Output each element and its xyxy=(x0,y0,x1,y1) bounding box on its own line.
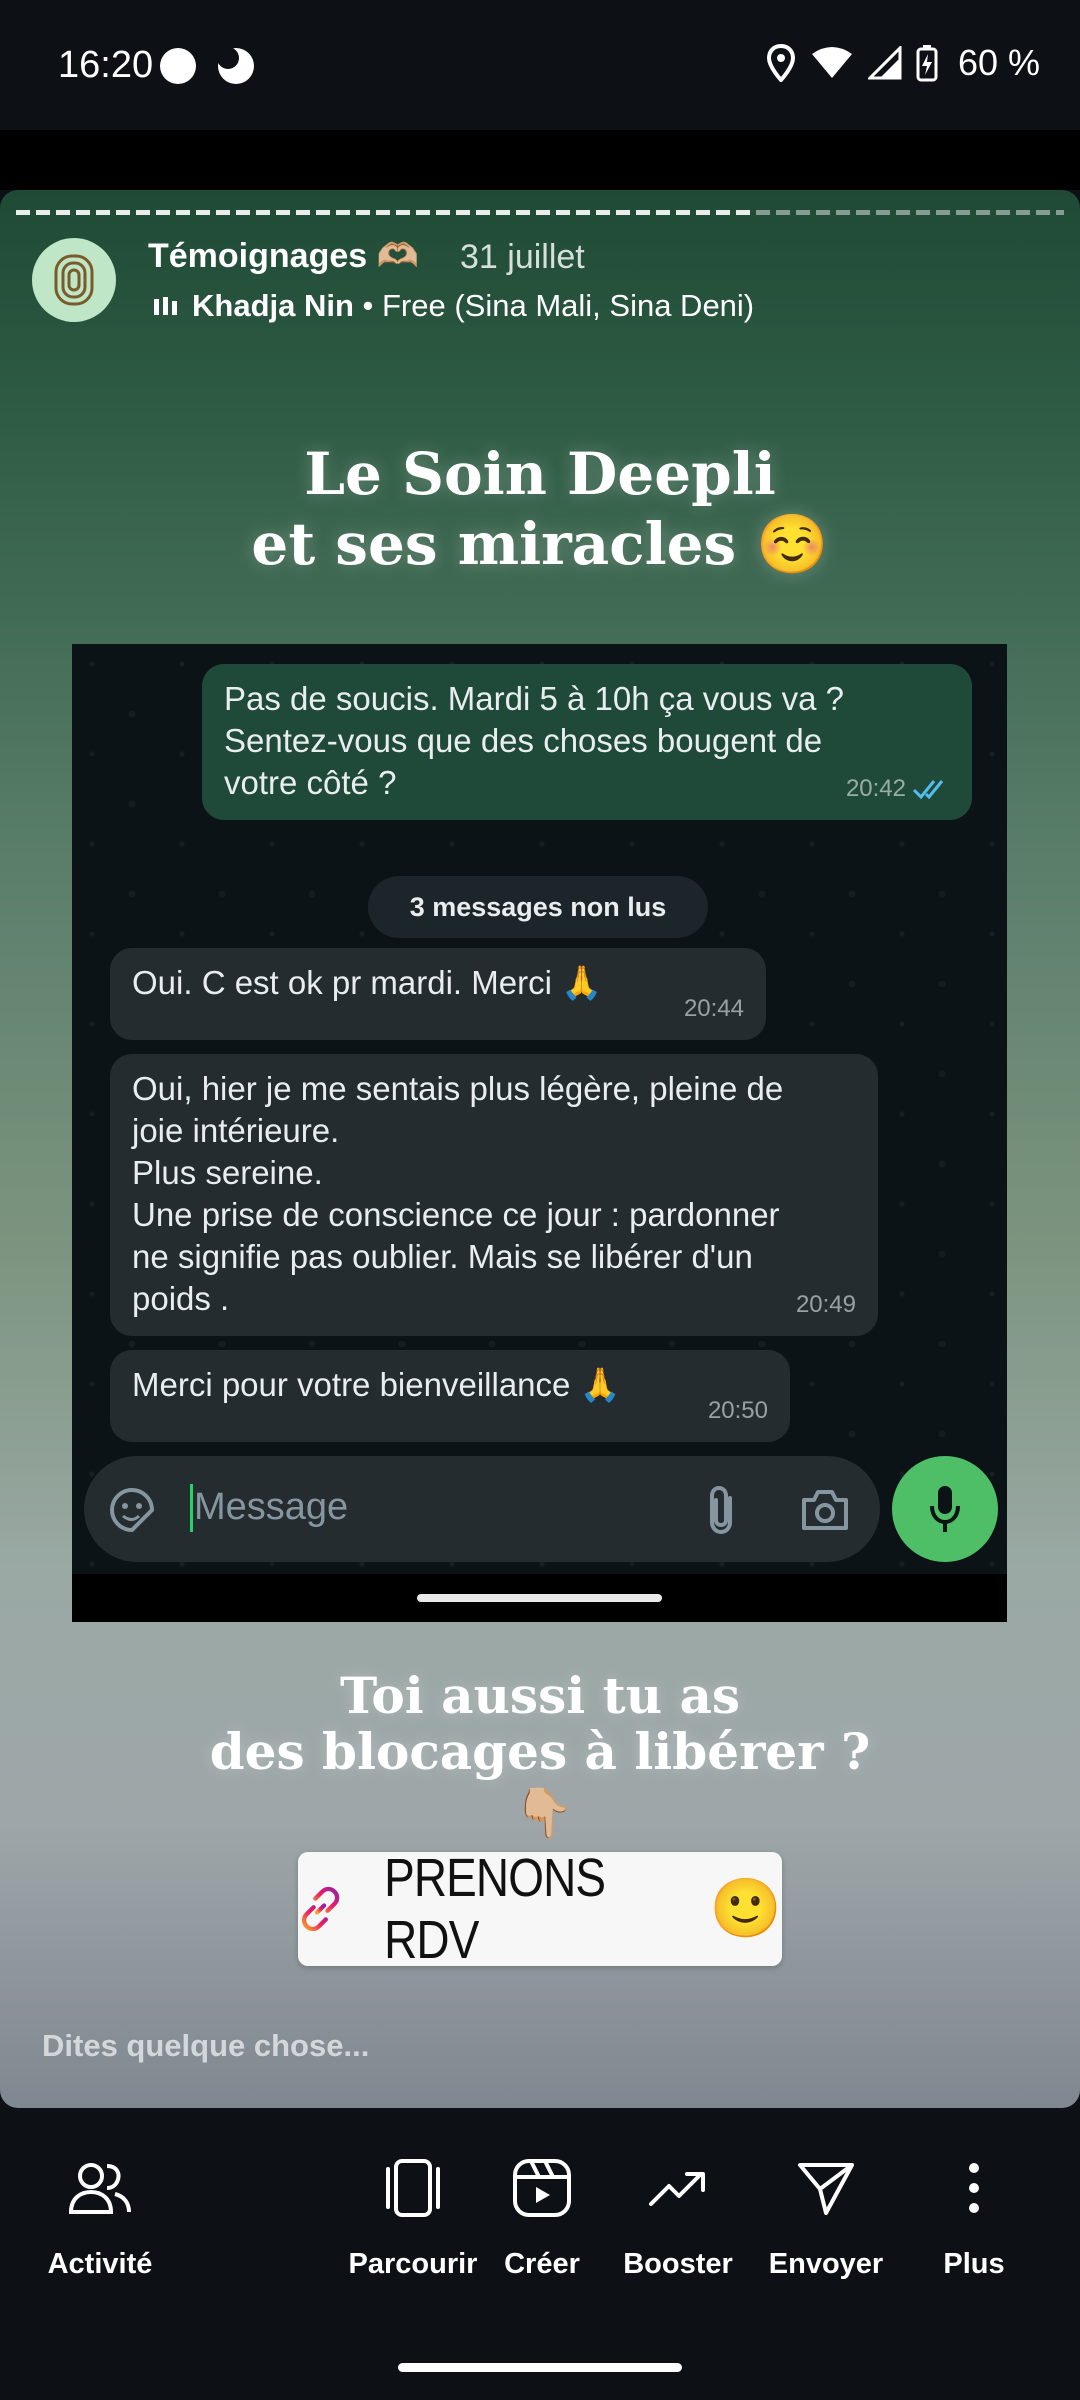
link-sticker-label: PRENONS RDV xyxy=(384,1848,606,1970)
reels-icon xyxy=(513,2159,571,2217)
message-time-text: 20:42 xyxy=(845,775,906,802)
nav-activity[interactable]: Activité xyxy=(40,2108,160,2281)
camera-icon[interactable] xyxy=(800,1488,850,1532)
message-input[interactable]: Message xyxy=(194,1486,348,1529)
message-line: Oui, hier je me sentais plus légère, ple… xyxy=(132,1070,784,1107)
nav-send-label: Envoyer xyxy=(768,2248,884,2280)
story-cta-line2: des blocages à libérer ? xyxy=(209,1722,871,1781)
signal-icon xyxy=(867,46,902,80)
carousel-icon xyxy=(386,2159,440,2217)
story-username[interactable]: Témoignages 🫶🏼 xyxy=(148,236,419,276)
message-input-bar[interactable]: Message xyxy=(84,1456,880,1562)
story-progress-seen xyxy=(16,210,756,215)
story-headline-line1: Le Soin Deepli xyxy=(304,440,776,508)
story-viewer[interactable]: Témoignages 🫶🏼 31 juillet Khadja Nin • F… xyxy=(0,190,1080,2108)
moon-icon xyxy=(217,47,254,84)
incoming-message: Oui. C est ok pr mardi. Merci 🙏 20:44 xyxy=(110,948,766,1040)
pointing-down-emoji: 👇🏼 xyxy=(514,1787,574,1840)
spiral-logo-icon xyxy=(54,254,94,306)
unread-messages-divider: 3 messages non lus xyxy=(368,876,708,938)
screenshot-nav-strip xyxy=(72,1574,1007,1622)
message-time: 20:42 xyxy=(846,768,950,810)
incoming-message: Merci pour votre bienveillance 🙏 20:50 xyxy=(110,1350,790,1442)
sticker-icon[interactable] xyxy=(108,1486,156,1534)
chat-screenshot: Pas de soucis. Mardi 5 à 10h ça vous va … xyxy=(72,644,1007,1622)
avatar[interactable] xyxy=(32,238,116,322)
nav-send[interactable]: Envoyer xyxy=(764,2108,888,2281)
story-cta-line1: Toi aussi tu as xyxy=(339,1666,741,1725)
nav-boost[interactable]: Booster xyxy=(618,2108,738,2281)
story-date: 31 juillet xyxy=(460,238,585,276)
message-line: Merci pour votre bienveillance 🙏 xyxy=(132,1366,621,1403)
heart-hands-emoji: 🫶🏼 xyxy=(376,237,419,275)
link-sticker[interactable]: PRENONS RDV 🙂 xyxy=(298,1848,782,1970)
battery-charging-icon xyxy=(916,45,938,82)
nav-browse-label: Parcourir xyxy=(348,2248,478,2280)
message-time: 20:50 xyxy=(707,1397,768,1424)
message-line: Oui. C est ok pr mardi. Merci 🙏 xyxy=(132,964,603,1001)
message-line: Plus sereine. xyxy=(132,1154,323,1191)
nav-boost-label: Booster xyxy=(623,2248,733,2280)
smile-emoji: 🙂 xyxy=(709,1876,782,1941)
message-line: Pas de soucis. Mardi 5 à 10h ça vous va … xyxy=(224,680,845,717)
message-line: Une prise de conscience ce jour : pardon… xyxy=(132,1196,780,1233)
message-line: Sentez-vous que des choses bougent de xyxy=(224,722,823,759)
message-time: 20:49 xyxy=(795,1291,856,1318)
home-indicator[interactable] xyxy=(398,2363,682,2372)
nav-activity-label: Activité xyxy=(47,2248,153,2280)
story-headline-line2: et ses miracles ☺️ xyxy=(251,510,829,578)
top-spacer xyxy=(0,130,1080,190)
notification-dot-icon xyxy=(160,48,196,84)
nav-more[interactable]: Plus xyxy=(924,2108,1024,2281)
nav-create[interactable]: Créer xyxy=(490,2108,594,2281)
message-line: votre côté ? xyxy=(224,764,397,801)
bottom-navigation: Activité Parcourir Créer Booster Envoyer… xyxy=(0,2108,1080,2400)
incoming-message: Oui, hier je me sentais plus légère, ple… xyxy=(110,1054,878,1336)
more-vertical-icon xyxy=(969,2163,979,2213)
message-time: 20:44 xyxy=(683,995,744,1022)
message-line: joie intérieure. xyxy=(132,1112,340,1149)
battery-percent: 60 % xyxy=(957,42,1040,83)
voice-message-button[interactable] xyxy=(892,1456,998,1562)
text-caret xyxy=(190,1484,193,1532)
music-attribution[interactable]: Khadja Nin • Free (Sina Mali, Sina Deni) xyxy=(152,288,754,324)
message-line: ne signifie pas oublier. Mais se libérer… xyxy=(132,1238,753,1275)
nav-more-label: Plus xyxy=(943,2248,1005,2280)
location-icon xyxy=(766,44,795,82)
music-artist: Khadja Nin xyxy=(192,288,354,323)
music-title: • Free (Sina Mali, Sina Deni) xyxy=(362,288,755,323)
paperclip-icon[interactable] xyxy=(704,1484,738,1536)
status-bar: 16:20 60 % xyxy=(0,0,1080,130)
message-line: poids . xyxy=(132,1280,230,1317)
story-username-text: Témoignages xyxy=(148,237,368,275)
link-icon xyxy=(301,1886,340,1932)
double-check-icon xyxy=(912,780,944,800)
story-reply-input[interactable]: Dites quelque chose... xyxy=(42,2028,369,2064)
nav-browse[interactable]: Parcourir xyxy=(345,2108,481,2281)
trending-up-icon xyxy=(649,2172,705,2206)
wifi-icon xyxy=(811,47,852,78)
microphone-icon xyxy=(930,1486,960,1532)
screenshot-home-indicator xyxy=(417,1594,662,1602)
people-icon xyxy=(68,2163,131,2214)
send-icon xyxy=(798,2163,854,2215)
status-time: 16:20 xyxy=(58,44,154,86)
story-progress-remaining xyxy=(756,210,1064,215)
music-bars-icon xyxy=(154,297,177,315)
nav-create-label: Créer xyxy=(504,2248,580,2280)
outgoing-message: Pas de soucis. Mardi 5 à 10h ça vous va … xyxy=(202,664,972,820)
